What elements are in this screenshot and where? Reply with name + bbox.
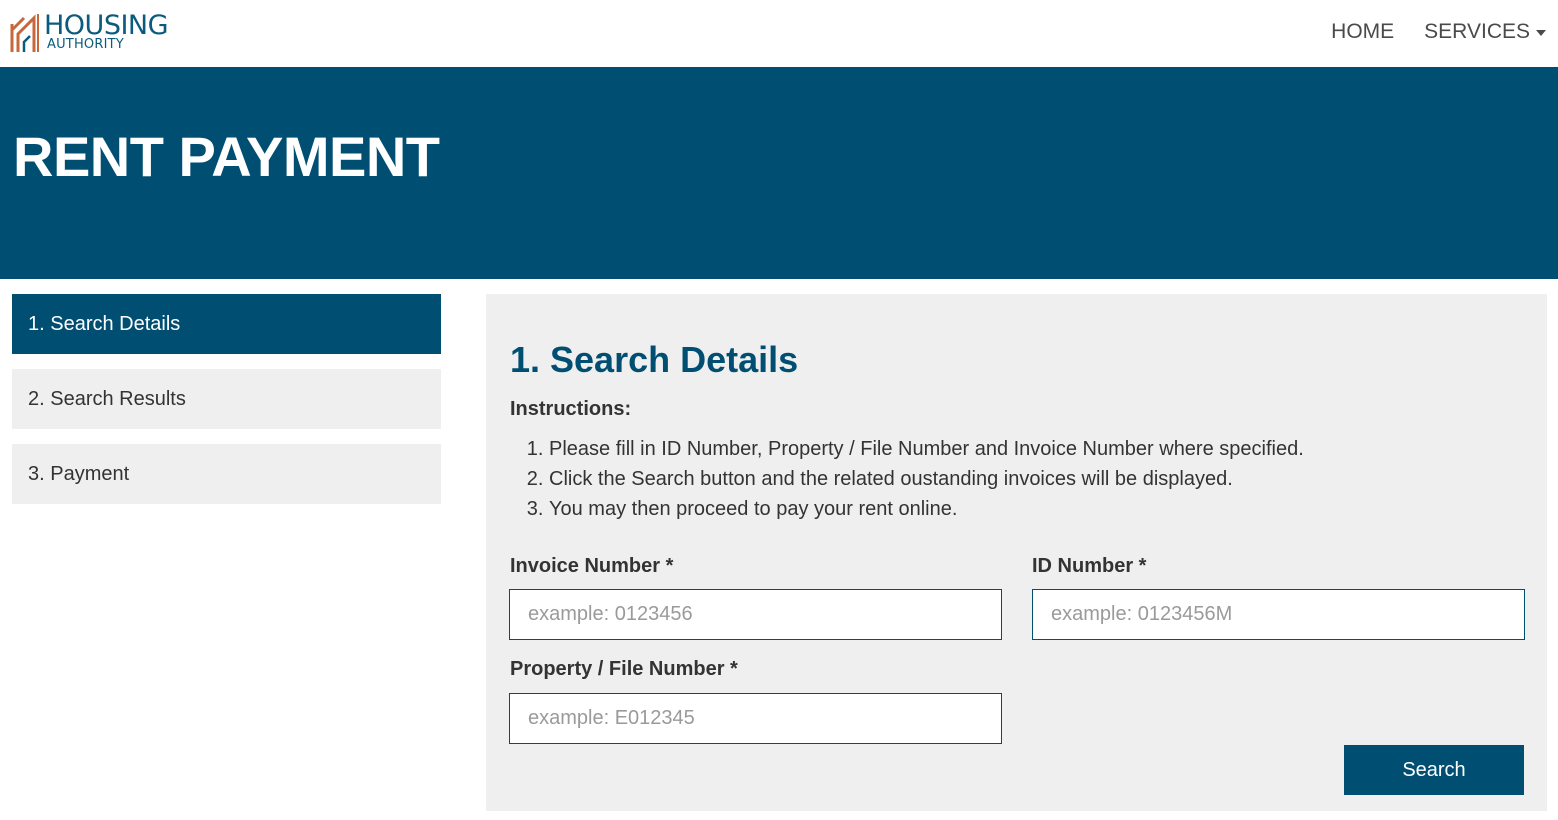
instruction-item: You may then proceed to pay your rent on… bbox=[549, 494, 1304, 524]
step-payment[interactable]: 3. Payment bbox=[12, 444, 441, 504]
id-number-label: ID Number * bbox=[1032, 555, 1147, 577]
logo-house-icon bbox=[10, 14, 39, 52]
step-search-details[interactable]: 1. Search Details bbox=[12, 294, 441, 354]
invoice-number-label: Invoice Number * bbox=[510, 555, 674, 577]
id-number-input[interactable] bbox=[1032, 589, 1525, 640]
instruction-item: Click the Search button and the related … bbox=[549, 464, 1304, 494]
instructions-heading: Instructions: bbox=[510, 398, 632, 420]
page-title: RENT PAYMENT bbox=[13, 125, 440, 188]
instruction-item: Please fill in ID Number, Property / Fil… bbox=[549, 434, 1304, 464]
main-nav: HOME SERVICES bbox=[1331, 17, 1546, 47]
nav-services-label: SERVICES bbox=[1424, 20, 1530, 43]
search-button[interactable]: Search bbox=[1344, 745, 1524, 795]
top-navbar: HOUSING AUTHORITY HOME SERVICES bbox=[0, 0, 1558, 67]
caret-down-icon bbox=[1536, 30, 1546, 36]
housing-authority-logo[interactable]: HOUSING AUTHORITY bbox=[10, 10, 170, 56]
property-file-number-input[interactable] bbox=[509, 693, 1002, 744]
nav-services-dropdown[interactable]: SERVICES bbox=[1424, 20, 1546, 44]
logo-text-authority: AUTHORITY bbox=[47, 37, 124, 52]
invoice-number-input[interactable] bbox=[509, 589, 1002, 640]
page-hero: RENT PAYMENT bbox=[0, 67, 1558, 279]
instructions-list: Please fill in ID Number, Property / Fil… bbox=[549, 434, 1304, 524]
form-title: 1. Search Details bbox=[510, 339, 799, 380]
property-file-number-label: Property / File Number * bbox=[510, 658, 738, 680]
step-search-results[interactable]: 2. Search Results bbox=[12, 369, 441, 429]
nav-home-link[interactable]: HOME bbox=[1331, 20, 1394, 44]
logo-text-housing: HOUSING bbox=[44, 10, 169, 41]
search-form-panel: 1. Search Details Instructions: Please f… bbox=[486, 294, 1547, 811]
steps-sidebar: 1. Search Details 2. Search Results 3. P… bbox=[12, 294, 441, 519]
